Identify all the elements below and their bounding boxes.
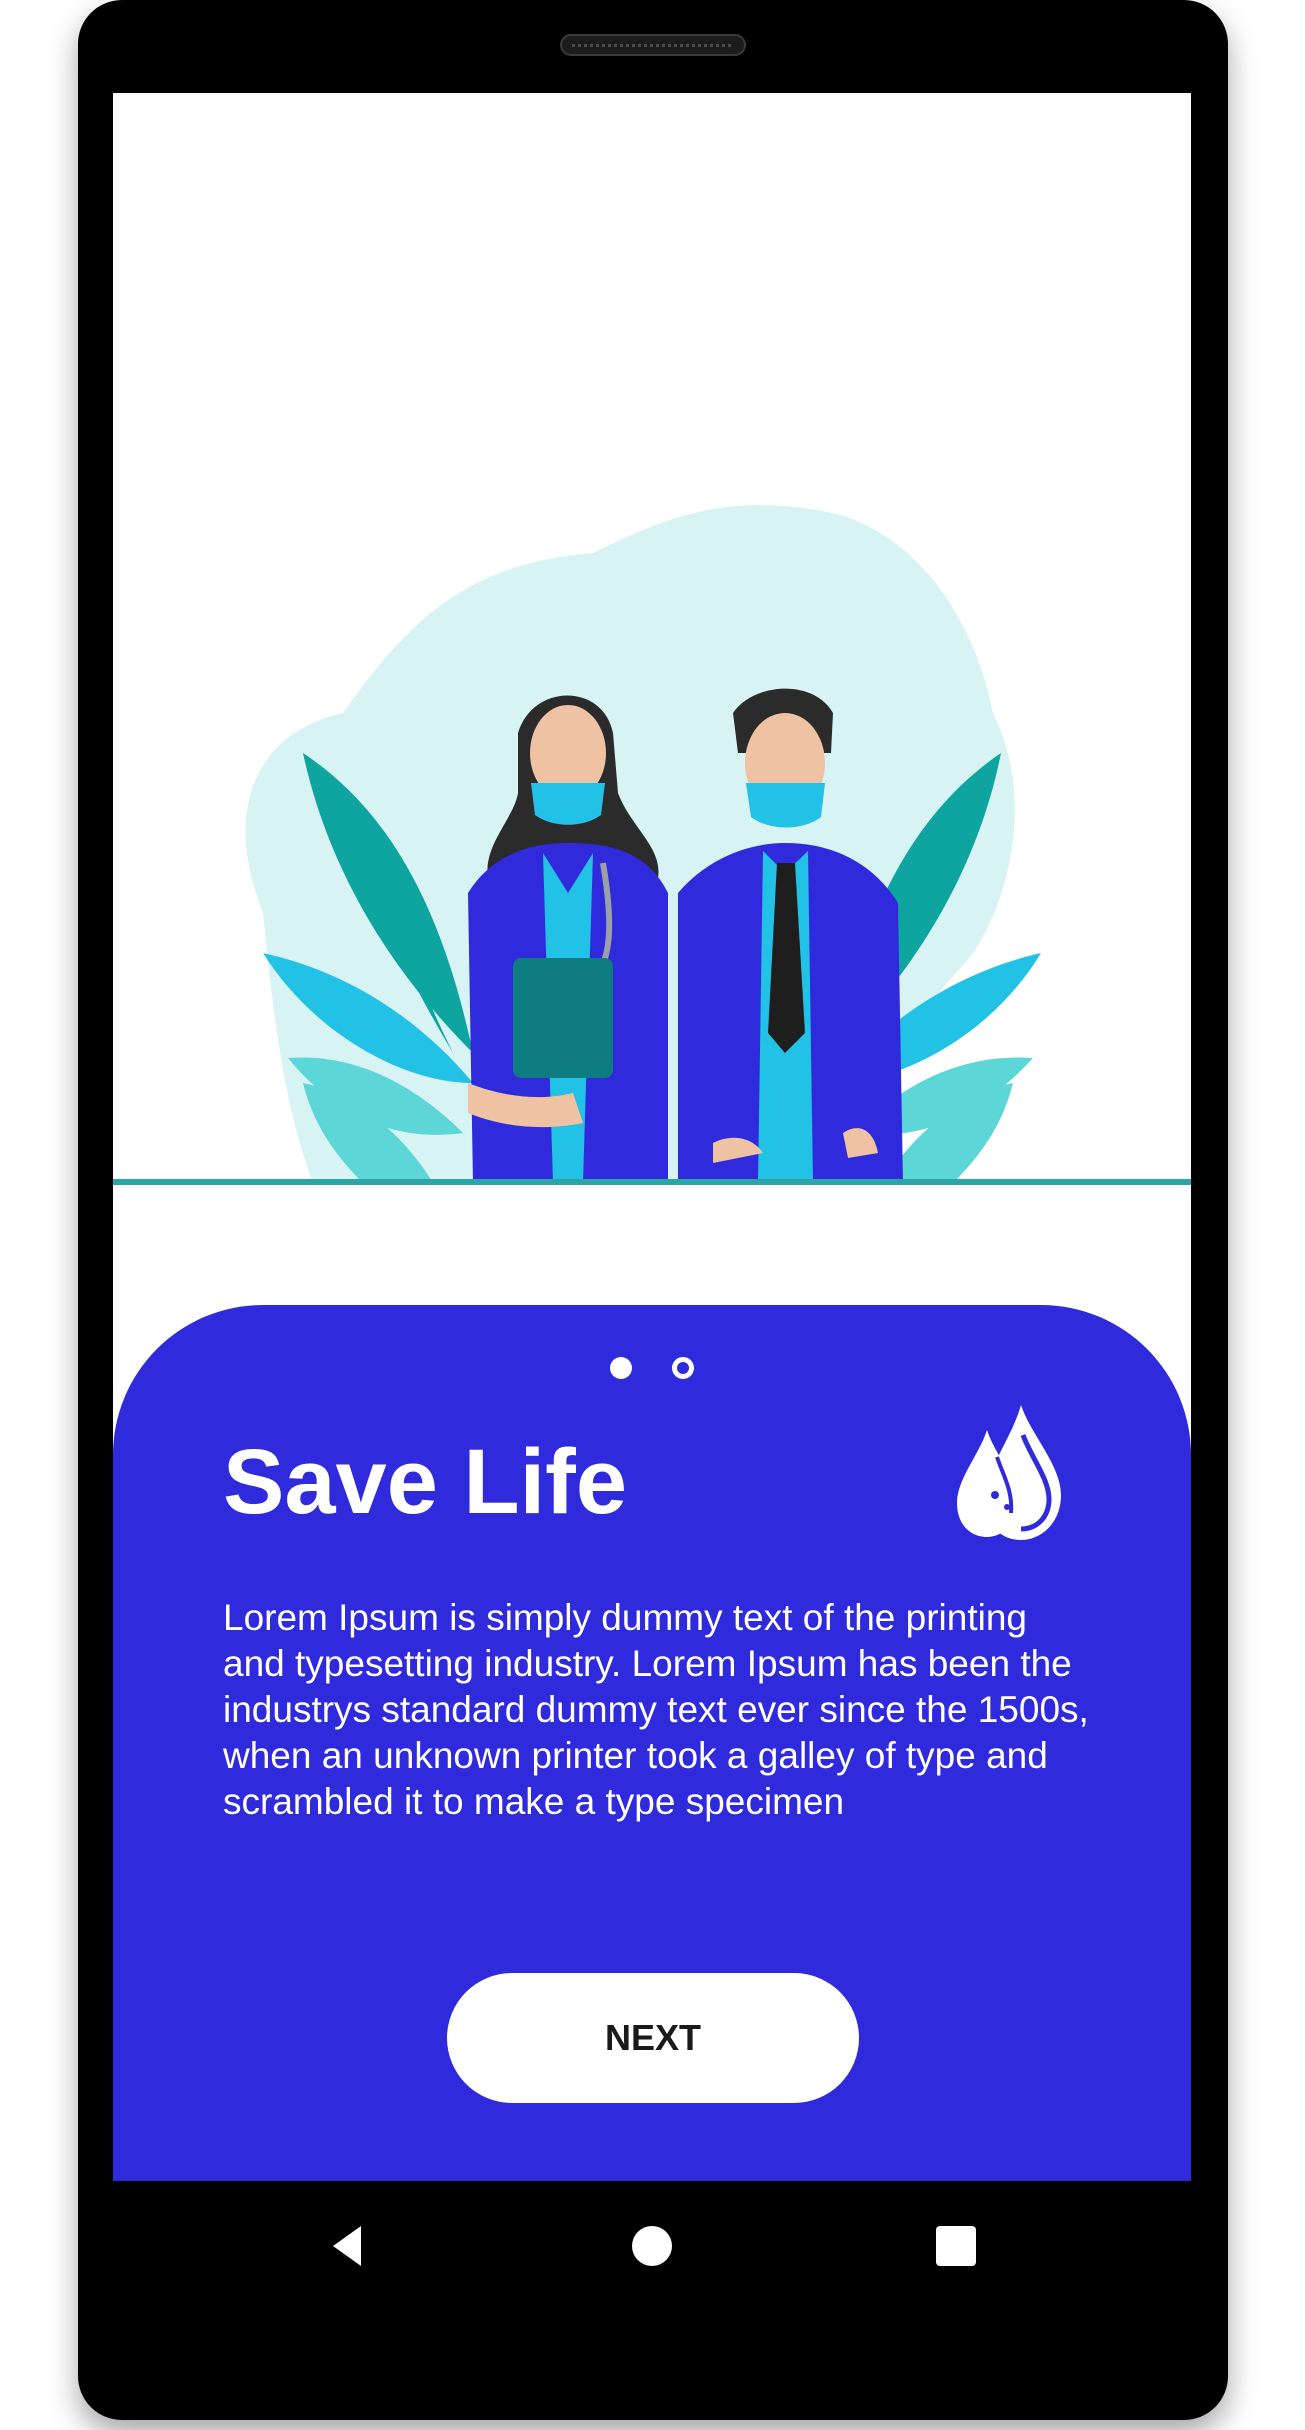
back-triangle-icon[interactable]	[313, 2211, 383, 2281]
next-button[interactable]: NEXT	[447, 1973, 859, 2103]
system-navigation-bar	[113, 2181, 1191, 2311]
page-dot-active[interactable]	[610, 1357, 632, 1379]
water-drops-icon	[951, 1395, 1071, 1545]
page-dot-inactive[interactable]	[672, 1357, 694, 1379]
page-indicator[interactable]	[113, 1357, 1191, 1385]
onboarding-card: Save Life Lorem Ipsum is simply dummy te…	[113, 1305, 1191, 2181]
recents-square-icon[interactable]	[921, 2211, 991, 2281]
description-text: Lorem Ipsum is simply dummy text of the …	[223, 1597, 1089, 1822]
app-screen: Save Life Lorem Ipsum is simply dummy te…	[113, 93, 1191, 2181]
page-title: Save Life	[223, 1431, 627, 1533]
doctors-illustration	[113, 93, 1191, 1203]
home-circle-icon[interactable]	[617, 2211, 687, 2281]
phone-speaker	[560, 34, 746, 56]
